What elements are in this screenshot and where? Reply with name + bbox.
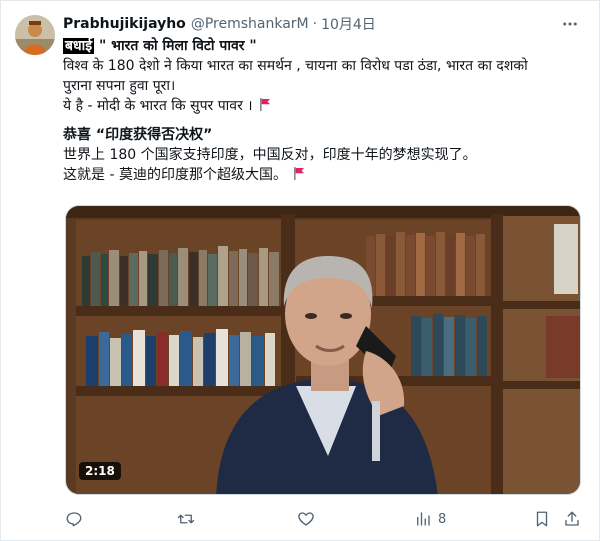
- retweet-icon: [177, 514, 195, 524]
- highlight-greeting: बधाई: [63, 38, 95, 54]
- separator-dot: ·: [312, 16, 318, 32]
- hindi-line-1: बधाई " भारत को मिला विटो पावर ": [63, 36, 583, 56]
- author-handle[interactable]: @PremshankarM: [191, 16, 309, 32]
- video-player[interactable]: [65, 205, 581, 495]
- share-icon: [565, 511, 579, 526]
- views-button[interactable]: 8: [414, 506, 446, 532]
- reply-button[interactable]: [65, 506, 83, 532]
- hindi-line-2: विश्व के 180 देशो ने किया भारत का समर्थन…: [63, 58, 528, 74]
- flag-icon: [259, 98, 270, 111]
- like-icon: [298, 512, 314, 526]
- tweet-date[interactable]: 10月4日: [321, 14, 376, 34]
- like-button[interactable]: [297, 506, 315, 532]
- flag-icon: [293, 167, 304, 180]
- tweet-card: Prabhujikijayho @PremshankarM · 10月4日 बध…: [0, 0, 600, 541]
- reply-icon: [66, 512, 82, 527]
- bookmark-button[interactable]: [533, 506, 551, 532]
- bookmark-icon: [536, 511, 548, 527]
- hindi-line-3: पुराना सपना हुवा पूरा।: [63, 78, 176, 94]
- chinese-line-3: 这就是 - 莫迪的印度那个超级大国。: [63, 165, 583, 185]
- tweet-header: Prabhujikijayho @PremshankarM · 10月4日: [63, 13, 559, 35]
- action-bar: 8: [57, 506, 591, 532]
- hindi-headline: " भारत को मिला विटो पावर ": [94, 38, 257, 54]
- video-frame: [66, 206, 580, 494]
- retweet-button[interactable]: [177, 506, 195, 532]
- chinese-headline: 恭喜 “印度获得否决权”: [63, 127, 213, 143]
- author-name[interactable]: Prabhujikijayho: [63, 16, 186, 32]
- chinese-line-3-text: 这就是 - 莫迪的印度那个超级大国。: [63, 167, 287, 183]
- views-icon: [417, 512, 430, 526]
- share-button[interactable]: [563, 506, 581, 532]
- hindi-line-4: ये है - मोदी के भारत कि सुपर पावर ।: [63, 96, 583, 116]
- avatar[interactable]: [15, 15, 55, 55]
- views-count: 8: [438, 511, 447, 527]
- more-icon[interactable]: [557, 13, 583, 35]
- hindi-line-4-text: ये है - मोदी के भारत कि सुपर पावर ।: [63, 98, 253, 114]
- video-duration: 2:18: [79, 462, 121, 480]
- chinese-line-2: 世界上 180 个国家支持印度，中国反对，印度十年的梦想实现了。: [63, 147, 477, 163]
